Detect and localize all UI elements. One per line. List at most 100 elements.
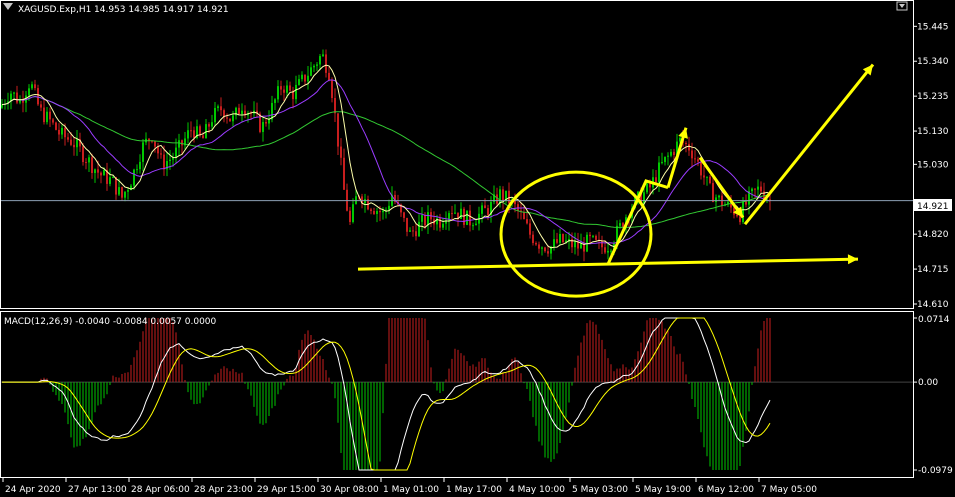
candle-body [97, 169, 99, 173]
candle-body [190, 130, 192, 132]
candle-body [274, 99, 276, 103]
price-chart: 15.445 15.340 15.235 15.130 15.030 14.820 14.7… [0, 0, 953, 495]
candle-body [388, 205, 390, 210]
candle-body [751, 188, 753, 192]
candle-body [733, 207, 735, 215]
candle-body [475, 223, 477, 226]
candle-body [472, 225, 474, 227]
candle-body [307, 75, 309, 82]
candle-body [28, 88, 30, 96]
candle-body [487, 208, 489, 216]
candle-body [694, 158, 696, 160]
candle-body [55, 122, 57, 130]
time-tick-label: 6 May 12:00 [698, 485, 754, 495]
candle-body [739, 216, 741, 223]
candle-body [262, 122, 264, 132]
candle-body [442, 223, 444, 228]
candle-body [31, 84, 33, 89]
candle-body [466, 210, 468, 225]
candle-body [232, 115, 234, 122]
time-tick-label: 1 May 01:00 [383, 485, 439, 495]
candle-body [214, 107, 216, 123]
candle-body [187, 130, 189, 139]
candle-body [706, 176, 708, 178]
candle-body [193, 130, 195, 138]
candle-body [313, 65, 315, 68]
candle-body [136, 169, 138, 171]
candle-body [157, 146, 159, 154]
candle-body [295, 84, 297, 100]
candle-body [580, 243, 582, 249]
candle-body [40, 104, 42, 108]
price-tick-label: 15.130 [917, 127, 949, 137]
macd-signal-line [2, 317, 771, 471]
candle-body [304, 74, 306, 82]
candle-body [70, 139, 72, 145]
candle-body [169, 159, 171, 162]
candle-body [703, 175, 705, 178]
candle-body [541, 247, 543, 249]
candle-body [88, 157, 90, 163]
one-click-trading-icon[interactable] [896, 1, 908, 11]
ma-mid-line [1, 79, 771, 245]
candle-body [163, 154, 165, 170]
candle-body [517, 204, 519, 211]
candle-body [316, 64, 318, 66]
main-pane-frame [0, 0, 914, 309]
candle-body [310, 67, 312, 76]
candle-body [559, 233, 561, 243]
candle-body [76, 139, 78, 148]
macd-tick-label: 0.0714 [918, 315, 950, 325]
candle-body [289, 85, 291, 91]
candle-body [1, 104, 3, 108]
candle-body [382, 210, 384, 213]
candle-body [364, 199, 366, 204]
candle-body [340, 146, 342, 158]
candle-body [484, 205, 486, 209]
candle-body [463, 208, 465, 225]
candle-body [532, 234, 534, 243]
macd-header: MACD(12,26,9) -0.0040 -0.0084 0.0057 0.0… [4, 317, 217, 327]
candle-body [697, 159, 699, 162]
macd-main-line [2, 317, 771, 471]
candle-body [757, 186, 759, 190]
macd-pane-frame [0, 311, 914, 478]
candle-body [661, 162, 663, 164]
time-tick-label: 1 May 17:00 [446, 485, 502, 495]
candle-body [619, 223, 621, 226]
candle-body [139, 161, 141, 170]
candle-body [421, 215, 423, 222]
chart-header-symbol: XAGUSD.Exp,H1 [18, 5, 91, 15]
candle-body [298, 79, 300, 85]
candle-body [529, 223, 531, 235]
candle-body [415, 231, 417, 237]
candle-body [718, 195, 720, 198]
candle-body [175, 147, 177, 158]
candle-body [499, 189, 501, 204]
candle-body [451, 213, 453, 215]
candle-body [64, 127, 66, 138]
candle-body [202, 135, 204, 139]
candle-body [574, 241, 576, 248]
candle-body [454, 212, 456, 214]
candle-body [523, 212, 525, 220]
candle-body [409, 230, 411, 232]
candle-body [172, 157, 174, 160]
candle-body [160, 153, 162, 155]
consolidation-ellipse [499, 170, 653, 298]
candle-body [334, 98, 336, 114]
candle-body [322, 54, 324, 57]
candle-body [265, 122, 267, 124]
candle-body [349, 210, 351, 223]
candle-body [301, 74, 303, 80]
candle-body [154, 141, 156, 147]
chart-menu-icon[interactable] [3, 3, 13, 11]
price-tick-label: 15.030 [917, 160, 949, 170]
candle-body [373, 210, 375, 214]
time-tick-label: 28 Apr 23:00 [194, 485, 253, 495]
candle-body [535, 242, 537, 245]
candle-body [481, 205, 483, 214]
candle-body [109, 177, 111, 184]
candle-body [754, 188, 756, 190]
candle-body [379, 211, 381, 213]
